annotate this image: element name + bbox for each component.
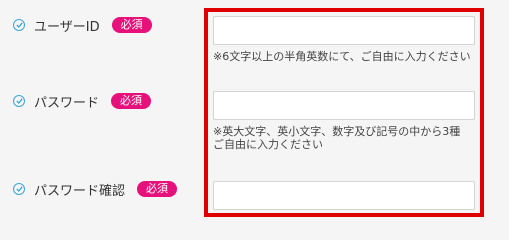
userid-label: ユーザーID xyxy=(34,19,100,35)
password-help-text: ※英大文字、英小文字、数字及び記号の中から3種 ご自由に入力ください xyxy=(213,125,509,151)
password-required-badge: 必須 xyxy=(111,93,152,109)
password-confirm-input[interactable] xyxy=(213,181,475,210)
password-label-group: パスワード 必須 xyxy=(13,91,152,111)
password-help-line-2: ご自由に入力ください xyxy=(213,138,323,151)
userid-help-line-1: ※6文字以上の半角英数にて、ご自由に入力ください xyxy=(213,50,471,63)
userid-label-group: ユーザーID 必須 xyxy=(13,15,152,35)
password-confirm-required-badge: 必須 xyxy=(137,181,178,197)
password-help-line-1: ※英大文字、英小文字、数字及び記号の中から3種 xyxy=(213,125,461,138)
check-circle-icon xyxy=(13,95,25,107)
password-confirm-label: パスワード確認 xyxy=(34,183,126,199)
userid-input[interactable] xyxy=(213,16,475,45)
password-label: パスワード xyxy=(34,95,100,111)
userid-required-badge: 必須 xyxy=(111,17,152,33)
password-confirm-label-group: パスワード確認 必須 xyxy=(13,179,178,199)
check-circle-icon xyxy=(13,183,25,195)
userid-help-text: ※6文字以上の半角英数にて、ご自由に入力ください xyxy=(213,50,509,63)
password-input[interactable] xyxy=(213,91,475,120)
check-circle-icon xyxy=(13,19,25,31)
